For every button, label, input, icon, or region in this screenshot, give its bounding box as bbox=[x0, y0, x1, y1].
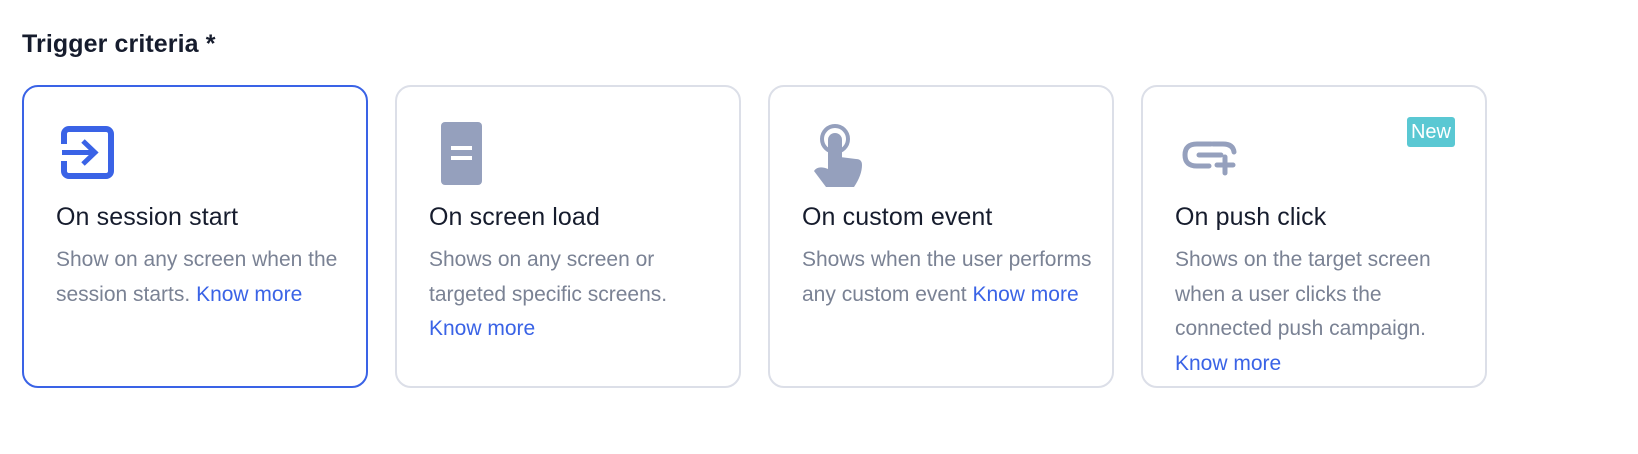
card-description: Shows on any screen or targeted specific… bbox=[429, 243, 719, 347]
know-more-link[interactable]: Know more bbox=[972, 283, 1078, 306]
card-description: Shows when the user performs any custom … bbox=[802, 243, 1092, 312]
trigger-card-screen-load[interactable]: On screen load Shows on any screen or ta… bbox=[395, 85, 741, 388]
card-title: On push click bbox=[1175, 203, 1327, 231]
tap-hand-icon bbox=[804, 121, 868, 191]
card-title: On session start bbox=[56, 203, 239, 231]
new-badge: New bbox=[1406, 117, 1455, 147]
link-add-icon bbox=[1177, 121, 1241, 191]
trigger-card-session-start[interactable]: On session start Show on any screen when… bbox=[22, 85, 368, 388]
know-more-link[interactable]: Know more bbox=[1175, 352, 1281, 375]
trigger-card-custom-event[interactable]: On custom event Shows when the user perf… bbox=[768, 85, 1114, 388]
card-description: Shows on the target screen when a user c… bbox=[1175, 243, 1465, 381]
screen-icon bbox=[431, 121, 495, 191]
know-more-link[interactable]: Know more bbox=[196, 283, 302, 306]
know-more-link[interactable]: Know more bbox=[429, 317, 535, 340]
card-description-text: Shows on the target screen when a user c… bbox=[1175, 248, 1431, 340]
enter-icon bbox=[58, 121, 122, 191]
trigger-card-push-click[interactable]: New On push click Shows on the target sc… bbox=[1141, 85, 1487, 388]
card-description-text: Shows on any screen or targeted specific… bbox=[429, 248, 668, 306]
card-description: Show on any screen when the session star… bbox=[56, 243, 346, 312]
card-title: On screen load bbox=[429, 203, 600, 231]
card-title: On custom event bbox=[802, 203, 993, 231]
trigger-criteria-options: On session start Show on any screen when… bbox=[22, 85, 1487, 388]
section-label: Trigger criteria * bbox=[22, 30, 216, 58]
